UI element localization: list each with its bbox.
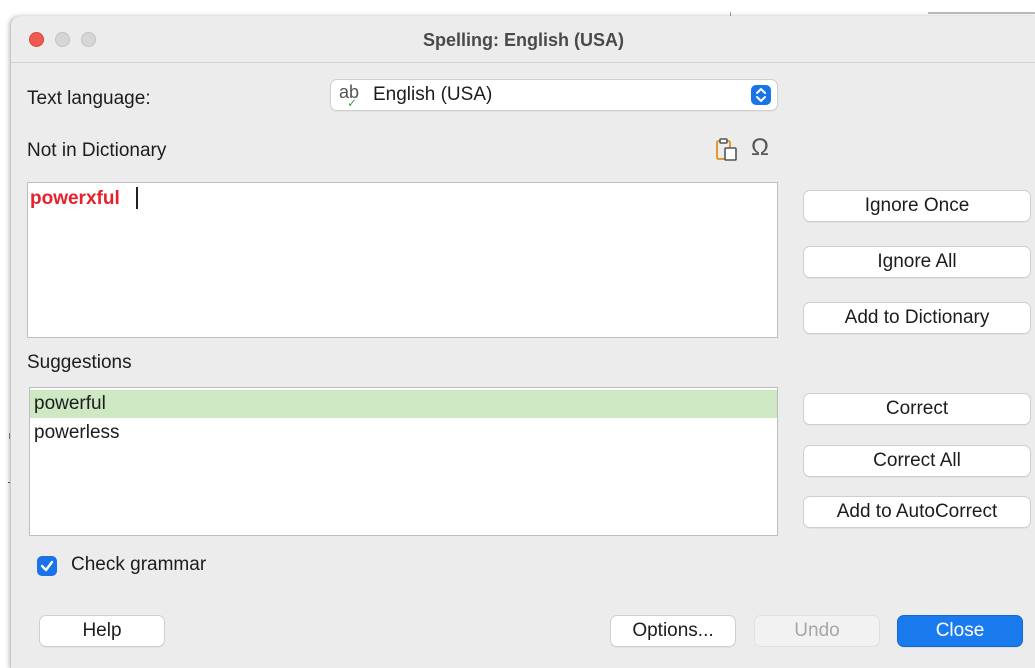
suggestion-item[interactable]: powerless: [30, 419, 777, 447]
undo-button: Undo: [755, 616, 879, 646]
close-button[interactable]: Close: [898, 616, 1022, 646]
suggestion-item[interactable]: powerful: [30, 390, 777, 418]
ignore-once-button[interactable]: Ignore Once: [804, 191, 1030, 221]
options-button[interactable]: Options...: [611, 616, 735, 646]
correct-button[interactable]: Correct: [804, 394, 1030, 424]
ignore-all-button[interactable]: Ignore All: [804, 247, 1030, 277]
spelling-dialog: Spelling: English (USA) Text language: a…: [10, 16, 1035, 668]
help-button[interactable]: Help: [40, 616, 164, 646]
add-to-dictionary-button[interactable]: Add to Dictionary: [804, 303, 1030, 333]
omega-special-character-icon[interactable]: Ω: [751, 134, 769, 162]
text-language-select[interactable]: ab ✓ English (USA): [331, 80, 777, 110]
title-bar[interactable]: Spelling: English (USA): [11, 16, 1035, 63]
chevron-updown-icon[interactable]: [751, 85, 771, 105]
suggestions-label: Suggestions: [27, 352, 132, 373]
text-language-value: English (USA): [373, 84, 493, 105]
window-title: Spelling: English (USA): [423, 30, 624, 50]
check-grammar-label[interactable]: Check grammar: [71, 554, 206, 576]
correct-all-button[interactable]: Correct All: [804, 446, 1030, 476]
misspelled-word: powerxful: [30, 188, 120, 209]
add-to-autocorrect-button[interactable]: Add to AutoCorrect: [804, 497, 1030, 527]
suggestions-list[interactable]: powerful powerless: [29, 387, 778, 536]
background-window-edge: [928, 12, 1035, 14]
not-in-dictionary-textbox[interactable]: powerxful: [27, 182, 778, 338]
check-grammar-checkbox[interactable]: [37, 556, 57, 576]
spellcheck-ab-icon: ab ✓: [339, 82, 360, 110]
paste-icon[interactable]: [715, 138, 739, 167]
not-in-dictionary-label: Not in Dictionary: [27, 140, 167, 161]
text-caret: [136, 187, 138, 209]
text-language-label: Text language:: [27, 88, 151, 109]
